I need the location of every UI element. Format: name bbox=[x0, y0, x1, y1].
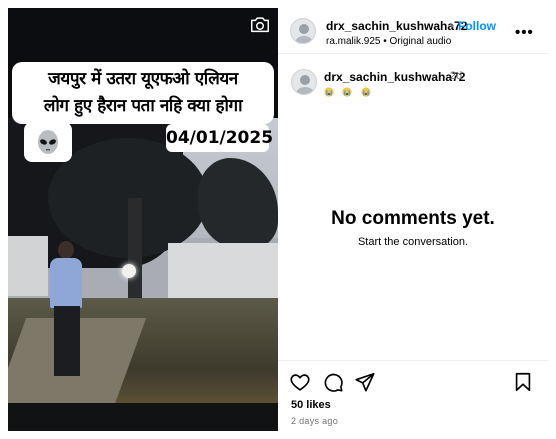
caption-username[interactable]: drx_sachin_kushwaha72 bbox=[324, 70, 465, 84]
share-icon[interactable] bbox=[354, 371, 376, 393]
post-sidebar: drx_sachin_kushwaha72 • Follow ra.malik.… bbox=[278, 8, 548, 431]
action-bar: 50 likes 2 days ago bbox=[278, 360, 548, 431]
alien-icon bbox=[38, 130, 58, 154]
bookmark-icon[interactable] bbox=[512, 371, 534, 393]
crying-face-emoji bbox=[324, 84, 334, 97]
crying-face-emoji bbox=[361, 84, 371, 97]
post-timestamp[interactable]: 2 days ago bbox=[291, 416, 338, 426]
empty-comments-title: No comments yet. bbox=[331, 208, 495, 229]
audio-owner[interactable]: ra.malik.925 bbox=[326, 36, 380, 47]
video-frame bbox=[8, 118, 278, 418]
author-username[interactable]: drx_sachin_kushwaha72 bbox=[326, 19, 467, 33]
separator-dot: • bbox=[450, 19, 455, 33]
avatar[interactable] bbox=[291, 69, 317, 95]
audio-label[interactable]: Original audio bbox=[390, 36, 452, 47]
caption-age[interactable]: 2d bbox=[450, 70, 462, 82]
crying-face-emoji bbox=[342, 84, 353, 97]
empty-comments-subtitle: Start the conversation. bbox=[357, 236, 469, 248]
follow-button[interactable]: Follow bbox=[458, 19, 496, 33]
post-header: drx_sachin_kushwaha72 • Follow ra.malik.… bbox=[278, 8, 548, 54]
likes-count[interactable]: 50 likes bbox=[291, 399, 331, 411]
post-dialog: जयपुर में उतरा यूएफओ एलियन लोग हुए हैरान… bbox=[0, 0, 556, 439]
date-badge: 04/01/2025 bbox=[166, 124, 273, 152]
caption-emojis bbox=[324, 84, 375, 102]
video-player[interactable]: जयपुर में उतरा यूएफओ एलियन लोग हुए हैरान… bbox=[8, 8, 278, 431]
avatar[interactable] bbox=[290, 18, 316, 44]
more-options-icon[interactable]: ••• bbox=[515, 24, 534, 41]
separator-dot: • bbox=[383, 36, 387, 47]
video-headline: जयपुर में उतरा यूएफओ एलियन लोग हुए हैरान… bbox=[12, 62, 274, 124]
heart-icon[interactable] bbox=[289, 371, 311, 393]
camera-icon[interactable] bbox=[249, 14, 271, 36]
comment-icon[interactable] bbox=[322, 371, 344, 393]
audio-line: ra.malik.925 • Original audio bbox=[326, 36, 451, 47]
alien-badge bbox=[24, 122, 72, 162]
